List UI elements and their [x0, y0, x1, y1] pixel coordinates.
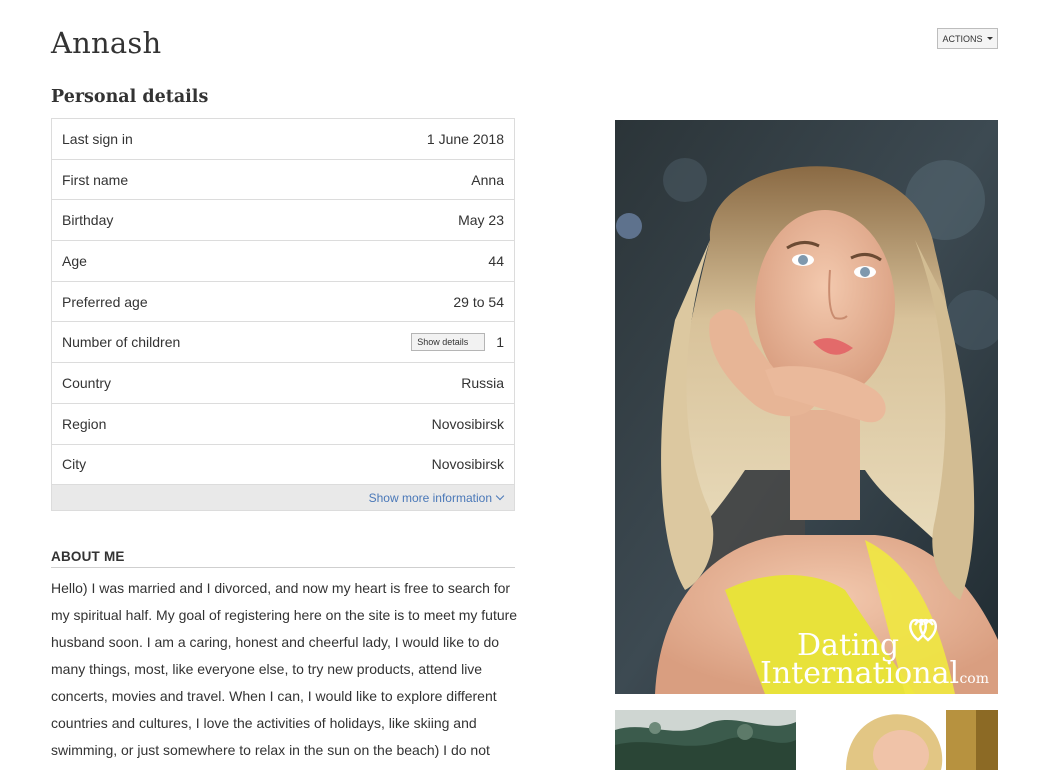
detail-label: Number of children [62, 334, 181, 351]
detail-label: Birthday [62, 212, 114, 229]
detail-value: Novosibirsk [431, 456, 504, 473]
portrait-photo-image: Dating International .com [615, 120, 998, 694]
caret-down-icon [986, 37, 993, 40]
detail-value: 1 June 2018 [426, 130, 504, 147]
personal-details-table: Last sign in 1 June 2018 First name Anna… [51, 118, 515, 512]
show-more-label: Show more information [368, 490, 492, 505]
actions-label: ACTIONS [942, 33, 983, 44]
svg-text:.com: .com [955, 671, 989, 687]
show-more-information-link[interactable]: Show more information [52, 485, 514, 511]
thumbnail-photo-2[interactable] [816, 710, 998, 770]
personal-details-title: Personal details [51, 87, 209, 107]
detail-label: First name [62, 171, 129, 188]
detail-row-city: City Novosibirsk [52, 445, 514, 486]
detail-value: Russia [461, 374, 504, 391]
actions-dropdown-button[interactable]: ACTIONS [937, 28, 998, 49]
detail-row-birthday: Birthday May 23 [52, 200, 514, 242]
detail-row-age: Age 44 [52, 241, 514, 282]
detail-label: City [62, 456, 87, 473]
detail-row-first-name: First name Anna [52, 160, 514, 201]
thumbnail-image [816, 710, 998, 770]
detail-row-region: Region Novosibirsk [52, 404, 514, 445]
detail-row-preferred-age: Preferred age 29 to 54 [52, 282, 514, 323]
about-me-heading: ABOUT ME [51, 549, 515, 568]
children-value-group: Show details 1 [411, 333, 504, 352]
detail-label: Country [62, 374, 112, 391]
detail-value: Anna [471, 171, 504, 188]
about-me-text: Hello) I was married and I divorced, and… [51, 580, 518, 770]
detail-value: 44 [488, 252, 504, 269]
thumbnail-photo-1[interactable] [615, 710, 796, 770]
detail-row-number-of-children: Number of children Show details 1 [52, 322, 514, 364]
detail-value: May 23 [458, 212, 504, 229]
detail-label: Last sign in [62, 130, 133, 147]
detail-label: Region [62, 415, 107, 432]
detail-value: 29 to 54 [453, 293, 504, 310]
svg-text:International: International [760, 656, 959, 691]
main-profile-photo[interactable]: Dating International .com [615, 120, 998, 694]
detail-row-last-sign-in: Last sign in 1 June 2018 [52, 119, 514, 160]
show-details-button[interactable]: Show details [411, 333, 486, 352]
detail-value: Novosibirsk [431, 415, 504, 432]
detail-row-country: Country Russia [52, 363, 514, 404]
profile-name: Annash [51, 26, 162, 60]
chevron-down-icon [495, 491, 505, 500]
detail-label: Age [62, 252, 87, 269]
detail-value: 1 [496, 334, 504, 351]
thumbnail-image [615, 710, 796, 770]
detail-label: Preferred age [62, 293, 148, 310]
